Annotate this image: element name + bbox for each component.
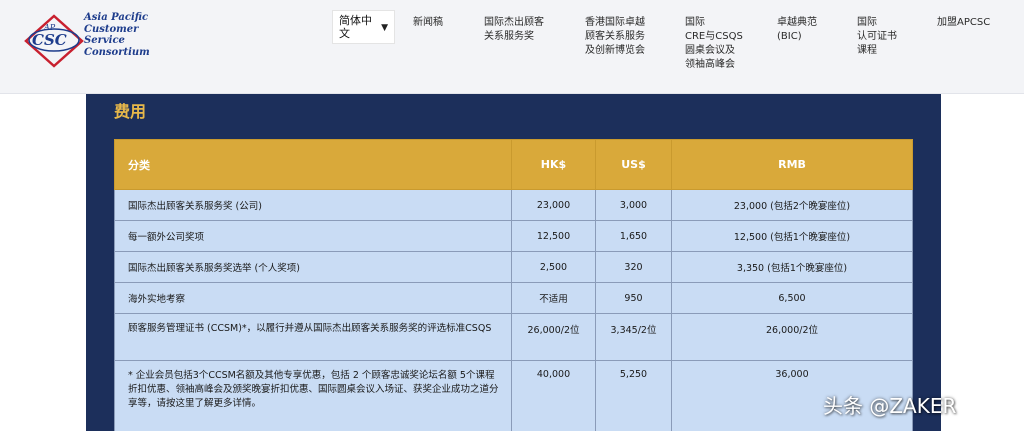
nav-item-join-apcsc[interactable]: 加盟APCSC [937, 16, 990, 30]
cell-rmb: 3,350 (包括1个晚宴座位) [671, 251, 913, 283]
cell-category: 国际杰出顾客关系服务奖 (公司) [114, 189, 512, 221]
table-row: 国际杰出顾客关系服务奖 (公司) 23,000 3,000 23,000 (包括… [114, 189, 913, 221]
table-row: 国际杰出顾客关系服务奖选举 (个人奖项) 2,500 320 3,350 (包括… [114, 251, 913, 283]
apcsc-logo-mark: AP CSC [24, 14, 84, 68]
watermark-text: 头条 @ZAKER [823, 394, 957, 418]
nav-item-bic[interactable]: 卓越典范 (BIC) [777, 16, 817, 44]
cell-hkd: 不适用 [511, 282, 596, 314]
cell-rmb: 23,000 (包括2个晚宴座位) [671, 189, 913, 221]
cell-hkd: 40,000 [511, 360, 596, 431]
chevron-down-icon: ▼ [381, 23, 388, 33]
language-selected-value: 简体中文 [339, 14, 372, 40]
site-header: AP CSC Asia Pacific Customer Service Con… [0, 0, 1024, 94]
column-header-category: 分类 [114, 139, 512, 190]
cell-hkd: 23,000 [511, 189, 596, 221]
cell-category: 海外实地考察 [114, 282, 512, 314]
cell-usd: 3,345/2位 [595, 313, 672, 361]
cell-rmb: 6,500 [671, 282, 913, 314]
apcsc-logo[interactable]: AP CSC Asia Pacific Customer Service Con… [22, 10, 152, 74]
nav-item-expo[interactable]: 香港国际卓越 顾客关系服务 及创新博览会 [585, 16, 645, 58]
page-title: 费用 [114, 102, 147, 121]
page: AP CSC Asia Pacific Customer Service Con… [0, 0, 1024, 431]
cell-rmb: 12,500 (包括1个晚宴座位) [671, 220, 913, 252]
table-row: * 企业会员包括3个CCSM名额及其他专享优惠，包括 2 个顾客忠诚奖论坛名额 … [114, 360, 913, 431]
fee-table-header-row: 分类 HK$ US$ RMB [114, 139, 913, 190]
cell-usd: 5,250 [595, 360, 672, 431]
table-row: 顾客服务管理证书 (CCSM)*，以履行并遵从国际杰出顾客关系服务奖的评选标准C… [114, 313, 913, 361]
cell-usd: 1,650 [595, 220, 672, 252]
cell-category: 每一额外公司奖项 [114, 220, 512, 252]
nav-item-roundtable-summit[interactable]: 国际 CRE与CSQS 圆桌会议及 领袖高峰会 [685, 16, 743, 72]
column-header-rmb: RMB [671, 139, 913, 190]
nav-item-ioca-awards[interactable]: 国际杰出顾客 关系服务奖 [484, 16, 544, 44]
cell-usd: 3,000 [595, 189, 672, 221]
fee-table: 分类 HK$ US$ RMB 国际杰出顾客关系服务奖 (公司) 23,000 3… [114, 139, 913, 431]
cell-hkd: 12,500 [511, 220, 596, 252]
cell-hkd: 26,000/2位 [511, 313, 596, 361]
column-header-hkd: HK$ [511, 139, 596, 190]
cell-category: 国际杰出顾客关系服务奖选举 (个人奖项) [114, 251, 512, 283]
cell-category: 顾客服务管理证书 (CCSM)*，以履行并遵从国际杰出顾客关系服务奖的评选标准C… [114, 313, 512, 361]
cell-usd: 320 [595, 251, 672, 283]
language-select[interactable]: 简体中文 ▼ [332, 10, 395, 44]
cell-category-member-note[interactable]: * 企业会员包括3个CCSM名额及其他专享优惠，包括 2 个顾客忠诚奖论坛名额 … [114, 360, 512, 431]
cell-rmb: 26,000/2位 [671, 313, 913, 361]
table-row: 每一额外公司奖项 12,500 1,650 12,500 (包括1个晚宴座位) [114, 220, 913, 252]
svg-text:CSC: CSC [32, 31, 67, 49]
nav-item-press-release[interactable]: 新闻稿 [413, 16, 443, 30]
cell-hkd: 2,500 [511, 251, 596, 283]
logo-wordmark: Asia Pacific Customer Service Consortium [84, 12, 150, 58]
column-header-usd: US$ [595, 139, 672, 190]
cell-usd: 950 [595, 282, 672, 314]
nav-item-certificate-courses[interactable]: 国际 认可证书 课程 [857, 16, 897, 58]
table-row: 海外实地考察 不适用 950 6,500 [114, 282, 913, 314]
